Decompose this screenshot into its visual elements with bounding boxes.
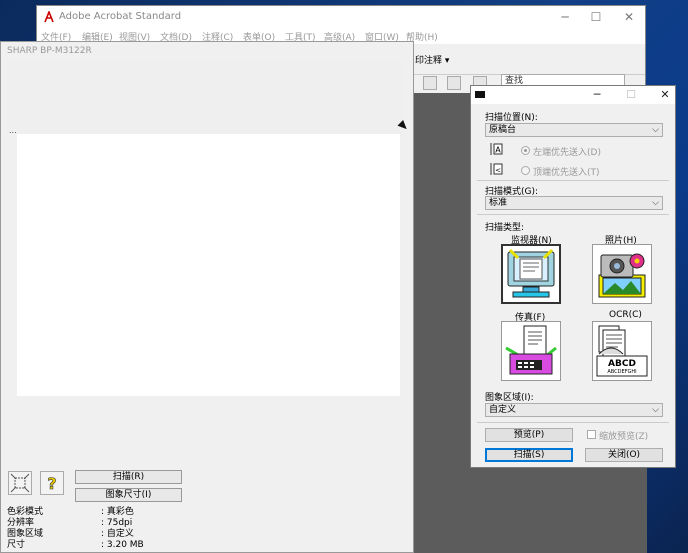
auto-fit-button[interactable]	[8, 471, 32, 495]
image-area-label: 图象区域(I):	[485, 393, 534, 403]
scanner-title: SHARP BP-M3122R	[7, 46, 92, 56]
annotate-dropdown[interactable]: 印注释 ▾	[415, 53, 449, 66]
fax-icon	[505, 325, 557, 375]
ocr-icon: ABCD ABCDEFGHI	[596, 325, 648, 377]
top-feed-radio[interactable]	[521, 166, 530, 175]
acrobat-title: Adobe Acrobat Standard	[59, 11, 182, 22]
photo-icon	[598, 253, 646, 298]
type-ocr-button[interactable]: ABCD ABCDEFGHI	[592, 321, 652, 381]
dialog-close-icon[interactable]: ✕	[657, 87, 673, 103]
scan-position-select[interactable]: 原稿台 ⌵	[485, 123, 663, 137]
svg-text:ABCD: ABCD	[608, 359, 636, 369]
scan-position-value: 原稿台	[489, 125, 517, 135]
image-size-button[interactable]: 图象尺寸(I)	[75, 488, 182, 502]
left-feed-radio[interactable]	[521, 146, 530, 155]
close-button[interactable]: ✕	[621, 9, 637, 25]
divider	[477, 422, 669, 423]
divider	[477, 180, 669, 181]
svg-text:?: ?	[47, 474, 56, 493]
top-feed-icon: <	[490, 163, 503, 175]
image-area-label: 图象区域	[7, 529, 44, 539]
monitor-icon	[507, 248, 555, 298]
chevron-down-icon: ⌵	[652, 405, 659, 415]
svg-text:ABCDEFGHI: ABCDEFGHI	[607, 369, 636, 375]
maximize-button[interactable]: ☐	[588, 9, 604, 25]
sharp-scanner-window: SHARP BP-M3122R ... ? 扫描(R) 图象尺寸(I) 色彩模式…	[0, 41, 414, 553]
type-photo-button[interactable]	[592, 244, 652, 304]
resolution-label: 分辨率	[7, 518, 35, 528]
chevron-down-icon: ⌵	[652, 125, 659, 135]
divider	[477, 214, 669, 215]
preview-button[interactable]: 预览(P)	[485, 428, 573, 442]
type-fax-button[interactable]	[501, 321, 561, 381]
preview-top-area	[7, 62, 402, 134]
chevron-down-icon: ⌵	[652, 198, 659, 208]
dialog-titlebar: ─ ☐ ✕	[471, 86, 675, 104]
svg-text:<: <	[495, 167, 501, 175]
scan-button[interactable]: 扫描(S)	[485, 448, 573, 462]
color-mode-label: 色彩模式	[7, 507, 44, 517]
page-icon[interactable]	[423, 76, 437, 90]
prescan-button[interactable]: 扫描(R)	[75, 470, 182, 484]
type-monitor-button[interactable]	[501, 244, 561, 304]
minimize-button[interactable]: ─	[557, 9, 573, 25]
crop-arrows-icon	[10, 473, 30, 493]
close-dialog-button[interactable]: 关闭(O)	[585, 448, 663, 462]
zoom-preview-label: 缩放预览(Z)	[599, 432, 649, 442]
acrobat-titlebar: Adobe Acrobat Standard ─ ☐ ✕	[37, 6, 645, 28]
zoom-preview-checkbox[interactable]	[587, 430, 596, 439]
color-mode-value: : 真彩色	[101, 507, 134, 517]
resolution-value: : 75dpi	[101, 518, 133, 528]
left-feed-label: 左端优先送入(D)	[533, 148, 601, 158]
svg-text:A: A	[495, 146, 501, 155]
size-value: : 3.20 MB	[101, 540, 144, 550]
top-feed-label: 顶端优先送入(T)	[533, 168, 600, 178]
scan-position-label: 扫描位置(N):	[485, 113, 538, 123]
left-feed-icon: A	[490, 143, 503, 155]
scan-type-label: 扫描类型:	[485, 223, 525, 233]
scanner-app-icon	[475, 91, 485, 98]
image-area-select[interactable]: 自定义 ⌵	[485, 403, 663, 417]
type-ocr-label: OCR(C)	[609, 310, 642, 320]
scan-settings-dialog: ─ ☐ ✕ 扫描位置(N): 原稿台 ⌵ A 左端优先送入(D) < 顶端优先送…	[470, 85, 676, 468]
image-area-value: 自定义	[489, 405, 517, 415]
size-label: 尺寸	[7, 540, 26, 550]
help-button[interactable]: ?	[40, 471, 64, 495]
scan-mode-select[interactable]: 标准 ⌵	[485, 196, 663, 210]
dialog-maximize-button[interactable]: ☐	[623, 87, 639, 103]
acrobat-logo-icon	[44, 11, 54, 23]
dialog-minimize-button[interactable]: ─	[589, 87, 605, 103]
scan-mode-value: 标准	[489, 198, 508, 208]
question-mark-icon: ?	[47, 474, 57, 494]
scan-preview-area[interactable]	[17, 134, 400, 396]
ellipsis-text: ...	[9, 126, 17, 135]
save-icon[interactable]	[447, 76, 461, 90]
image-area-value: : 自定义	[101, 529, 134, 539]
